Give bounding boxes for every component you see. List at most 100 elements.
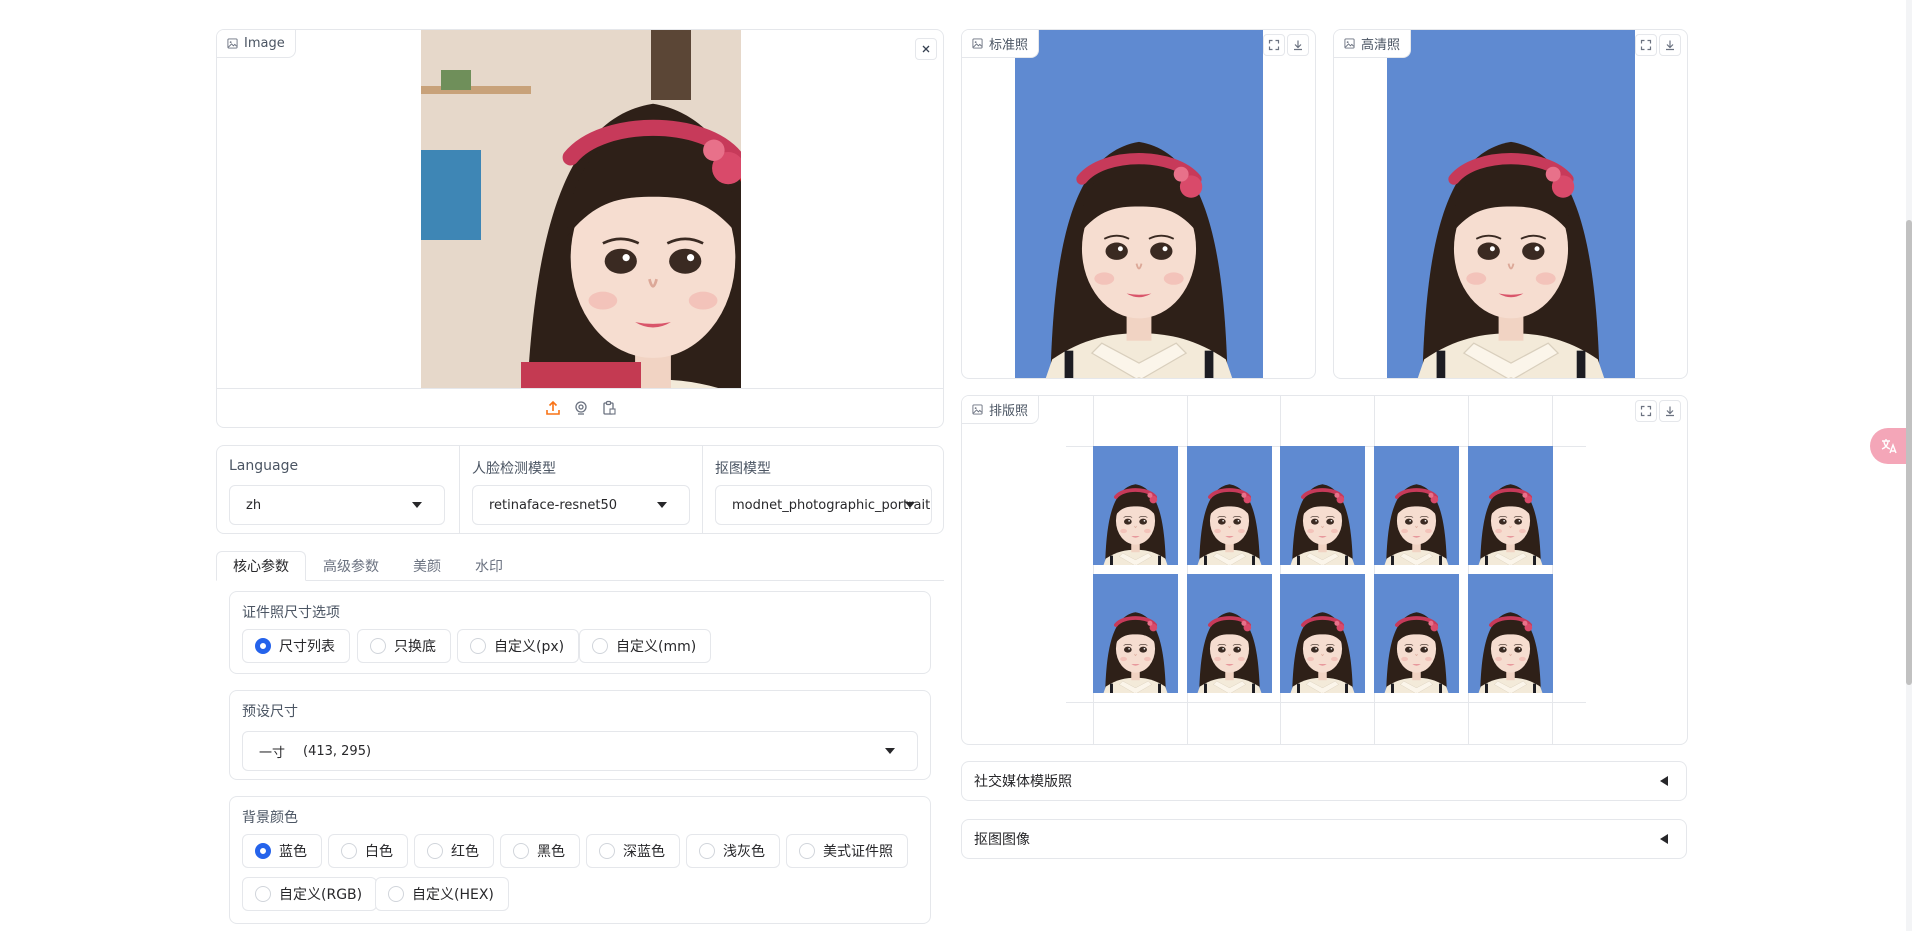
radio-icon — [427, 843, 443, 859]
clear-image-button[interactable] — [915, 38, 937, 60]
image-upload-block[interactable]: Image — [216, 29, 944, 428]
download-button[interactable] — [1659, 400, 1681, 422]
model-settings-row: Language zh 人脸检测模型 retinaface-resnet50 抠… — [216, 445, 944, 534]
bg-option-custom-rgb[interactable]: 自定义(RGB) — [242, 877, 378, 911]
upload-icon[interactable] — [545, 400, 561, 416]
layout-sheet — [1066, 396, 1586, 744]
size-option-list[interactable]: 尺寸列表 — [242, 629, 350, 663]
fullscreen-button[interactable] — [1635, 400, 1657, 422]
chevron-down-icon — [657, 502, 667, 508]
layout-photo-tile — [1280, 446, 1365, 565]
radio-icon — [341, 843, 357, 859]
face-model-select[interactable]: retinaface-resnet50 — [472, 485, 690, 525]
background-color-label: 背景颜色 — [242, 810, 298, 826]
layout-photo-block: 排版照 — [961, 395, 1688, 745]
bg-option-black[interactable]: 黑色 — [500, 834, 580, 868]
bg-option-dark-blue[interactable]: 深蓝色 — [586, 834, 680, 868]
social-template-accordion[interactable]: 社交媒体模版照 — [961, 761, 1687, 801]
fullscreen-icon — [1640, 405, 1652, 417]
download-icon — [1664, 39, 1676, 51]
layout-photo-tile — [1374, 574, 1459, 693]
radio-icon — [470, 638, 486, 654]
fullscreen-button[interactable] — [1635, 34, 1657, 56]
layout-photo-tile — [1187, 446, 1272, 565]
matting-model-label: 抠图模型 — [715, 461, 771, 477]
standard-photo-label: 标准照 — [962, 30, 1040, 58]
bg-option-white[interactable]: 白色 — [328, 834, 408, 868]
size-option-bg-only[interactable]: 只换底 — [357, 629, 451, 663]
download-button[interactable] — [1659, 34, 1681, 56]
face-model-label: 人脸检测模型 — [472, 461, 556, 477]
upload-source-toolbar — [545, 400, 625, 420]
download-icon — [1664, 405, 1676, 417]
chevron-down-icon — [885, 748, 895, 754]
hd-photo — [1387, 30, 1635, 378]
translate-button[interactable] — [1870, 428, 1908, 464]
uploaded-photo-art — [421, 30, 741, 388]
bg-option-red[interactable]: 红色 — [414, 834, 494, 868]
radio-icon — [388, 886, 404, 902]
scrollbar-thumb[interactable] — [1906, 220, 1912, 685]
radio-checked-icon — [255, 843, 271, 859]
image-icon — [227, 38, 238, 49]
radio-icon — [370, 638, 386, 654]
page-scrollbar[interactable] — [1906, 0, 1912, 931]
fullscreen-icon — [1640, 39, 1652, 51]
hd-photo-art — [1387, 30, 1635, 378]
preset-size-label: 预设尺寸 — [242, 704, 298, 720]
standard-photo-art — [1015, 30, 1263, 378]
layout-photo-tile — [1280, 574, 1365, 693]
standard-photo — [1015, 30, 1263, 378]
tab-watermark[interactable]: 水印 — [464, 551, 514, 581]
radio-icon — [255, 886, 271, 902]
layout-photo-tile — [1187, 574, 1272, 693]
clipboard-icon[interactable] — [601, 400, 617, 416]
radio-icon — [513, 843, 529, 859]
size-options-group: 证件照尺寸选项 尺寸列表 只换底 自定义(px) 自定义(mm) — [229, 591, 931, 674]
background-color-group: 背景颜色 蓝色 白色 红色 黑色 深蓝色 浅灰色 美式证件照 自定义(RGB) … — [229, 796, 931, 924]
download-icon — [1292, 39, 1304, 51]
size-option-custom-mm[interactable]: 自定义(mm) — [579, 629, 712, 663]
radio-icon — [799, 843, 815, 859]
size-options-label: 证件照尺寸选项 — [242, 605, 340, 621]
translate-icon — [1881, 439, 1897, 454]
layout-photo-tile — [1468, 574, 1553, 693]
chevron-down-icon — [412, 502, 422, 508]
radio-checked-icon — [255, 638, 271, 654]
image-icon — [972, 404, 983, 415]
bg-option-blue[interactable]: 蓝色 — [242, 834, 322, 868]
radio-icon — [699, 843, 715, 859]
tab-core-params[interactable]: 核心参数 — [216, 551, 306, 581]
standard-photo-block: 标准照 — [961, 29, 1316, 379]
language-label: Language — [229, 458, 299, 474]
layout-photo-tile — [1468, 446, 1553, 565]
bg-option-light-gray[interactable]: 浅灰色 — [686, 834, 780, 868]
hd-photo-block: 高清照 — [1333, 29, 1688, 379]
language-select[interactable]: zh — [229, 485, 445, 525]
preset-size-group: 预设尺寸 一寸 (413, 295) — [229, 690, 931, 780]
tab-beauty[interactable]: 美颜 — [402, 551, 452, 581]
radio-icon — [599, 843, 615, 859]
fullscreen-icon — [1268, 39, 1280, 51]
download-button[interactable] — [1287, 34, 1309, 56]
chevron-down-icon — [905, 502, 915, 508]
matting-image-accordion[interactable]: 抠图图像 — [961, 819, 1687, 859]
webcam-icon[interactable] — [573, 400, 589, 416]
radio-icon — [592, 638, 608, 654]
hd-photo-label: 高清照 — [1334, 30, 1412, 58]
fullscreen-button[interactable] — [1263, 34, 1285, 56]
bg-option-custom-hex[interactable]: 自定义(HEX) — [375, 877, 509, 911]
layout-photo-tile — [1093, 574, 1178, 693]
cut-guide-line — [1066, 702, 1586, 703]
image-icon — [1344, 38, 1355, 49]
matting-model-select[interactable]: modnet_photographic_portrait — [715, 485, 932, 525]
layout-photo-tile — [1093, 446, 1178, 565]
image-label: Image — [217, 30, 296, 58]
uploaded-photo — [421, 30, 741, 388]
tab-advanced-params[interactable]: 高级参数 — [316, 551, 386, 581]
size-option-custom-px[interactable]: 自定义(px) — [457, 629, 580, 663]
layout-photo-label: 排版照 — [962, 396, 1040, 424]
bg-option-us-id[interactable]: 美式证件照 — [786, 834, 908, 868]
preset-size-select[interactable]: 一寸 (413, 295) — [242, 731, 918, 771]
image-icon — [972, 38, 983, 49]
